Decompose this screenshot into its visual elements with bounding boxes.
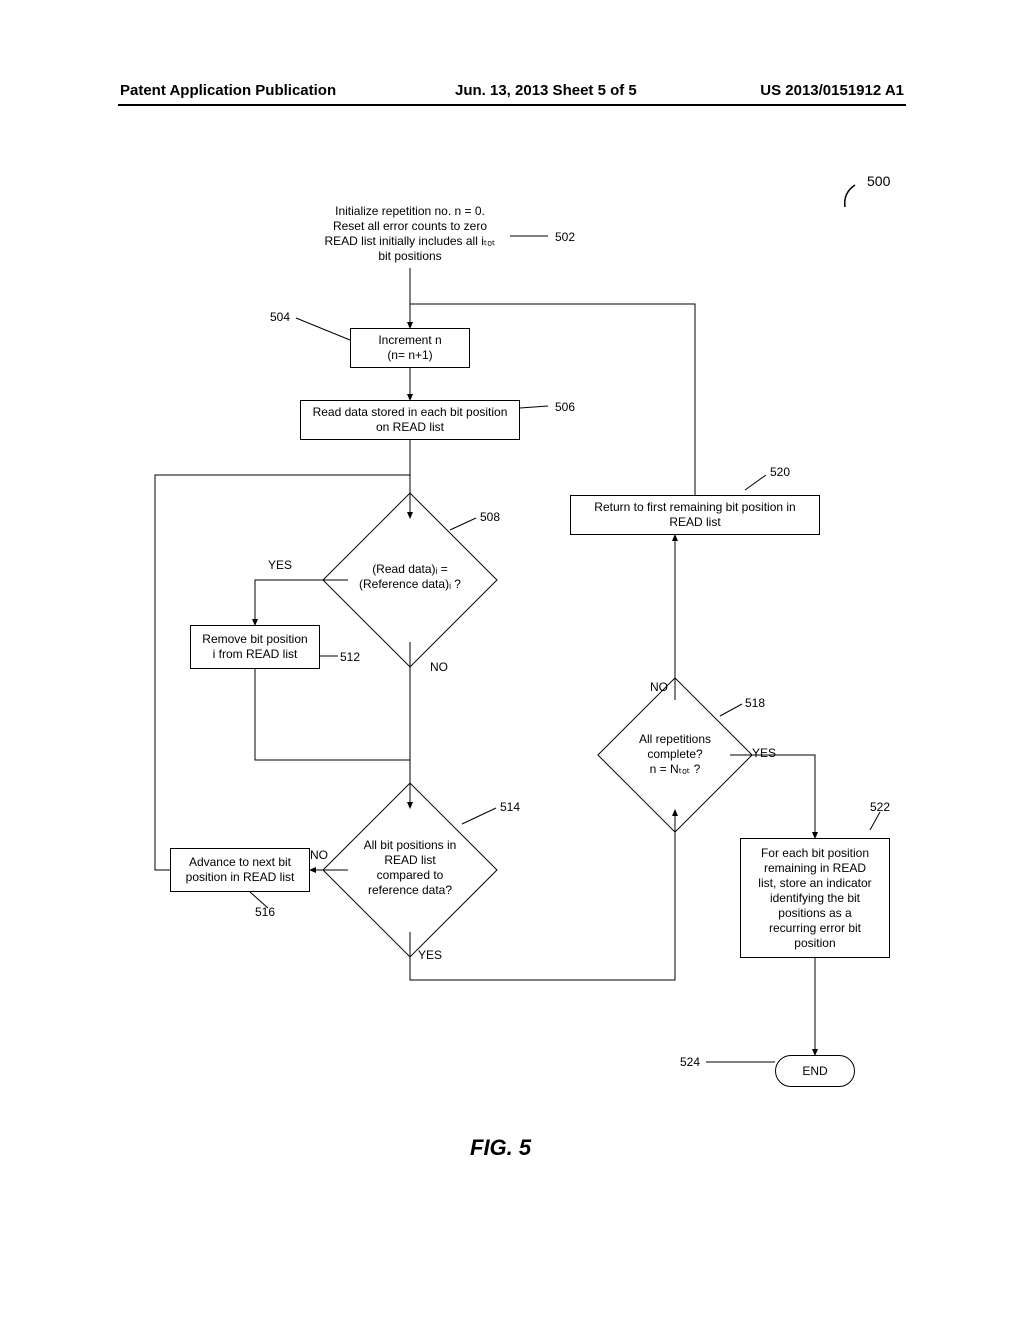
block-return: Return to first remaining bit position i…: [570, 495, 820, 535]
block-remove: Remove bit position i from READ list: [190, 625, 320, 669]
block-read: Read data stored in each bit position on…: [300, 400, 520, 440]
decision-allrep: [597, 677, 753, 833]
branch-518-yes: YES: [752, 746, 776, 760]
refnum-516: 516: [255, 905, 275, 919]
branch-514-yes-lbl: YES: [418, 948, 442, 962]
connectors: [0, 0, 1024, 1320]
block-advance: Advance to next bit position in READ lis…: [170, 848, 310, 892]
refnum-520: 520: [770, 465, 790, 479]
refnum-500: 500: [867, 173, 890, 189]
refnum-512: 512: [340, 650, 360, 664]
terminator-end: END: [775, 1055, 855, 1087]
block-init: Initialize repetition no. n = 0. Reset a…: [310, 204, 510, 264]
flowchart: 500 Initialize repetition no. n = 0. Res…: [0, 0, 1024, 1320]
branch-514-no: NO: [310, 848, 328, 862]
branch-508-no: NO: [430, 660, 448, 674]
refnum-502: 502: [555, 230, 575, 244]
decision-allbits: [322, 782, 497, 957]
refnum-524: 524: [680, 1055, 700, 1069]
refnum-522: 522: [870, 800, 890, 814]
branch-518-no: NO: [650, 680, 668, 694]
branch-508-yes: YES: [268, 558, 292, 572]
block-store: For each bit position remaining in READ …: [740, 838, 890, 958]
refnum-506: 506: [555, 400, 575, 414]
refnum-508: 508: [480, 510, 500, 524]
decision-compare: [322, 492, 497, 667]
refnum-514: 514: [500, 800, 520, 814]
figure-caption: FIG. 5: [470, 1135, 531, 1161]
block-increment: Increment n (n= n+1): [350, 328, 470, 368]
refnum-518: 518: [745, 696, 765, 710]
refnum-504: 504: [270, 310, 290, 324]
